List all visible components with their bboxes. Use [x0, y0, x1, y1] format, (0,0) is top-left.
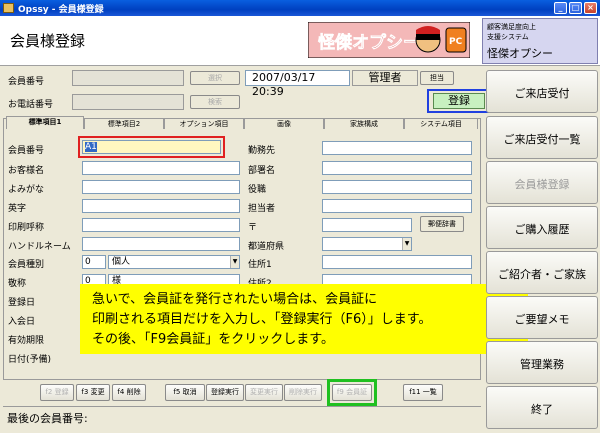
execute-register-button[interactable]: 登録実行	[206, 384, 244, 401]
honorific-label: 敬称	[8, 279, 27, 289]
last-member-label: 最後の会員番号:	[7, 412, 88, 425]
execute-delete-button[interactable]: 削除実行	[284, 384, 322, 401]
store-visit-button[interactable]: ご来店受付	[486, 70, 598, 113]
instruction-note: 急いで、会員証を発行されたい場合は、会員証に 印刷される項目だけを入力し、「登録…	[80, 284, 528, 354]
join-date-label: 入会日	[8, 317, 36, 327]
note-line-1: 急いで、会員証を発行されたい場合は、会員証に	[92, 292, 378, 307]
opssy-logo: 怪傑オプシー PC	[308, 22, 470, 58]
workplace-label: 勤務先	[248, 146, 276, 156]
prefecture-label: 都道府県	[248, 242, 285, 252]
english-input[interactable]	[82, 199, 240, 213]
postal-input[interactable]	[322, 218, 412, 232]
system-name-box: 顧客満足度向上 支援システム 怪傑オプシー	[482, 18, 598, 64]
postal-dictionary-button[interactable]: 郵便辞書	[420, 216, 464, 232]
system-line1: 顧客満足度向上	[487, 23, 536, 31]
register-mode-badge: 登録	[433, 93, 485, 109]
member-type-code[interactable]: 0	[82, 255, 106, 269]
tab-options[interactable]: オプション項目	[164, 118, 244, 129]
search-button[interactable]: 検索	[190, 95, 240, 109]
member-register-button[interactable]: 会員様登録	[486, 161, 598, 204]
status-bar: 最後の会員番号:	[3, 406, 481, 428]
user-display: 管理者	[352, 70, 418, 86]
name-input[interactable]	[82, 161, 240, 175]
referrer-family-button[interactable]: ご紹介者・ご家族	[486, 251, 598, 294]
department-label: 部署名	[248, 166, 276, 176]
print-name-input[interactable]	[82, 218, 240, 232]
maximize-button[interactable]: □	[569, 2, 582, 14]
member-no-search-input[interactable]	[72, 70, 184, 86]
member-no-label: 会員番号	[8, 77, 45, 87]
phone-search-input[interactable]	[72, 94, 184, 110]
exit-button[interactable]: 終了	[486, 386, 598, 429]
address1-label: 住所1	[248, 260, 272, 270]
position-input[interactable]	[322, 180, 472, 194]
handle-input[interactable]	[82, 237, 240, 251]
chevron-down-icon[interactable]: ▼	[402, 238, 411, 250]
member-no-field-label: 会員番号	[8, 146, 45, 156]
postal-label: 〒	[248, 223, 258, 233]
window-title: Opssy - 会員様登録	[18, 5, 104, 15]
note-line-2: 印刷される項目だけを入力し、「登録実行（F6）」します。	[92, 312, 432, 327]
address1-input[interactable]	[322, 255, 472, 269]
store-visit-list-button[interactable]: ご来店受付一覧	[486, 116, 598, 159]
close-button[interactable]: ×	[584, 2, 597, 14]
reg-date-label: 登録日	[8, 298, 36, 308]
department-input[interactable]	[322, 161, 472, 175]
print-name-label: 印刷呼称	[8, 223, 45, 233]
select-button[interactable]: 選択	[190, 71, 240, 85]
date-spare-label: 日付(予備)	[8, 355, 52, 365]
member-type-select[interactable]: 個人	[108, 255, 240, 269]
member-type-label: 会員種別	[8, 260, 45, 270]
tab-images[interactable]: 画像	[244, 118, 324, 129]
prefecture-select[interactable]	[322, 237, 412, 251]
f11-list-button[interactable]: f11 一覧	[403, 384, 443, 401]
logo-text: 怪傑オプシー	[318, 32, 420, 53]
member-type-value: 個人	[112, 257, 131, 267]
title-bar: Opssy - 会員様登録 _ □ ×	[0, 0, 600, 16]
member-no-input[interactable]: A1	[82, 140, 221, 154]
f5-cancel-button[interactable]: f5 取消	[165, 384, 205, 401]
workplace-input[interactable]	[322, 141, 472, 155]
kana-input[interactable]	[82, 180, 240, 194]
f9-member-card-button[interactable]: f9 会員証	[332, 384, 372, 401]
system-line2: 支援システム	[487, 33, 529, 41]
purchase-history-button[interactable]: ご購入履歴	[486, 206, 598, 249]
english-label: 英字	[8, 204, 27, 214]
request-memo-button[interactable]: ご要望メモ	[486, 296, 598, 339]
execute-change-button[interactable]: 変更実行	[245, 384, 283, 401]
tab-system[interactable]: システム項目	[404, 118, 478, 129]
person-input[interactable]	[322, 199, 472, 213]
name-label: お客様名	[8, 166, 45, 176]
f3-change-button[interactable]: f3 変更	[76, 384, 110, 401]
member-no-value: A1	[85, 142, 97, 152]
app-icon	[3, 3, 14, 13]
expiry-label: 有効期限	[8, 336, 45, 346]
f4-delete-button[interactable]: f4 削除	[112, 384, 146, 401]
system-name: 怪傑オプシー	[487, 47, 553, 60]
admin-button[interactable]: 管理業務	[486, 341, 598, 384]
minimize-button[interactable]: _	[554, 2, 567, 14]
page-title: 会員様登録	[10, 32, 86, 50]
tab-family[interactable]: 家族構成	[324, 118, 404, 129]
chevron-down-icon[interactable]: ▼	[230, 256, 239, 268]
tab-standard-2[interactable]: 標準項目2	[84, 118, 164, 129]
f2-register-button[interactable]: f2 登録	[40, 384, 74, 401]
note-line-3: その後、「F9会員証」をクリックします。	[92, 332, 334, 347]
person-label: 担当者	[248, 204, 276, 214]
kana-label: よみがな	[8, 185, 45, 195]
assign-button[interactable]: 担当	[420, 71, 454, 85]
phone-label: お電話番号	[8, 100, 54, 110]
datetime-display: 2007/03/17 20:39	[245, 70, 350, 98]
tab-standard-1[interactable]: 標準項目1	[6, 116, 84, 129]
logo-pc: PC	[449, 37, 463, 47]
handle-label: ハンドルネーム	[8, 242, 71, 252]
position-label: 役職	[248, 185, 267, 195]
